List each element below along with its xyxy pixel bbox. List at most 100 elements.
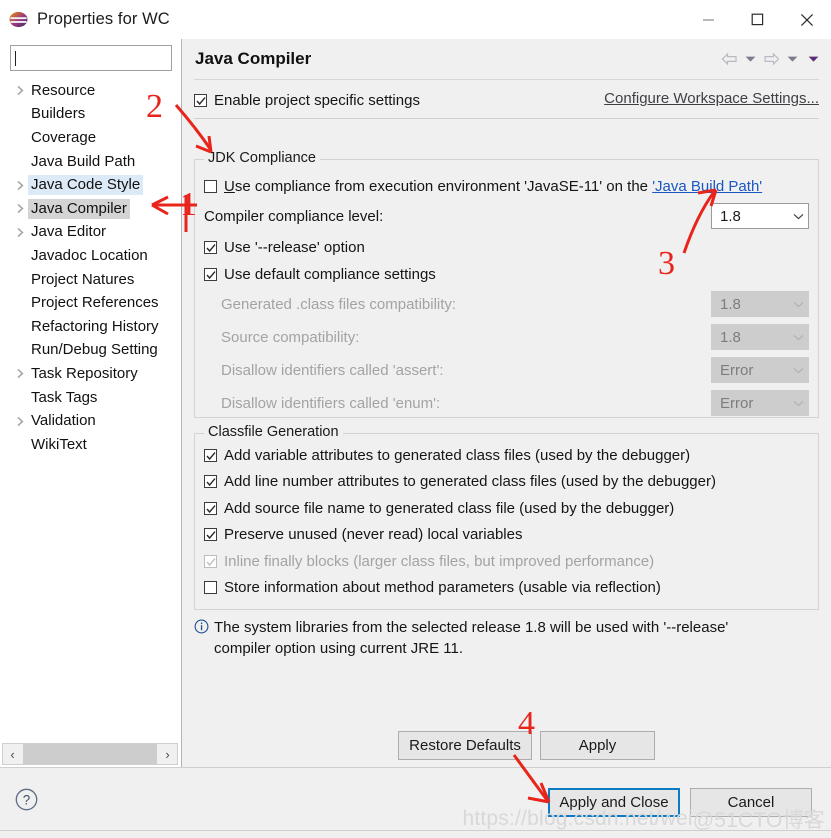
scroll-right-icon[interactable]: › — [158, 744, 177, 764]
sidebar-item-run-debug-setting[interactable]: Run/Debug Setting — [0, 339, 181, 363]
info-message-line-1: The system libraries from the selected r… — [214, 619, 729, 636]
sidebar-item-coverage[interactable]: Coverage — [0, 126, 181, 150]
restore-defaults-button[interactable]: Restore Defaults — [398, 731, 532, 760]
enable-project-specific-checkbox[interactable] — [194, 93, 207, 107]
classfile-option-row: Add line number attributes to generated … — [204, 469, 716, 496]
scroll-left-icon[interactable]: ‹ — [3, 744, 22, 764]
inline-finally-blocks-larger-class-files-but-label: Inline finally blocks (larger class file… — [224, 552, 655, 570]
disallow-identifiers-called-assert-label: Disallow identifiers called 'assert': — [221, 361, 444, 379]
disallow-identifiers-called-assert-value: Error — [720, 361, 754, 379]
sidebar-item-label: Project Natures — [31, 270, 135, 288]
compliance-level-combo[interactable]: 1.8 — [711, 203, 809, 229]
chevron-right-icon[interactable] — [13, 180, 28, 191]
back-dropdown-icon[interactable] — [741, 48, 760, 70]
sidebar-item-label: Validation — [31, 412, 96, 430]
use-release-option-checkbox[interactable] — [204, 240, 217, 254]
add-source-file-name-to-generated-class-file-checkbox[interactable] — [204, 501, 217, 515]
use-default-settings-row: Use default compliance settings — [204, 261, 436, 287]
sidebar-item-javadoc-location[interactable]: Javadoc Location — [0, 244, 181, 268]
properties-dialog: Properties for WC Resource Builders Covera… — [0, 0, 831, 838]
apply-button[interactable]: Apply — [540, 731, 655, 760]
use-execution-env-checkbox[interactable] — [204, 179, 217, 193]
use-execution-env-row: Use compliance from execution environmen… — [204, 173, 762, 199]
chevron-right-icon[interactable] — [13, 416, 28, 427]
sidebar-item-label: Builders — [31, 105, 86, 123]
settings-tree[interactable]: Resource Builders Coverage Java Build Path J… — [0, 79, 181, 457]
search-input[interactable] — [16, 49, 171, 67]
chevron-down-icon — [788, 367, 808, 374]
minimize-icon[interactable] — [684, 0, 733, 39]
enable-project-specific-row: Enable project specific settings Configu… — [194, 87, 819, 113]
disallow-identifiers-called-assert-row: Disallow identifiers called 'assert': — [221, 357, 443, 383]
window-title: Properties for WC — [37, 10, 170, 28]
use-execution-env-label: se compliance from execution environment… — [234, 177, 653, 195]
add-line-number-attributes-to-generated-clas-checkbox[interactable] — [204, 475, 217, 489]
forward-dropdown-icon[interactable] — [783, 48, 802, 70]
sidebar-item-task-tags[interactable]: Task Tags — [0, 386, 181, 410]
classfile-generation-group: Classfile Generation Add variable attrib… — [194, 424, 819, 610]
classfile-option-row: Preserve unused (never read) local varia… — [204, 522, 716, 549]
page-nav-toolbar — [720, 39, 823, 79]
sidebar-item-wikitext[interactable]: WikiText — [0, 433, 181, 457]
classfile-option-row: Store information about method parameter… — [204, 575, 716, 602]
window-controls — [684, 0, 831, 39]
sidebar-item-builders[interactable]: Builders — [0, 103, 181, 127]
jdk-compliance-title: JDK Compliance — [204, 150, 320, 166]
info-message-line-2: compiler option using current JRE 11. — [214, 640, 464, 657]
store-information-about-method-parameters-us-checkbox[interactable] — [204, 581, 217, 595]
filter-search-box[interactable] — [10, 45, 172, 71]
close-icon[interactable] — [782, 0, 831, 39]
view-menu-icon[interactable] — [804, 48, 823, 70]
sidebar-item-label: Task Repository — [31, 364, 138, 382]
source-compatibility-label: Source compatibility: — [221, 328, 360, 346]
sidebar-item-task-repository[interactable]: Task Repository — [0, 362, 181, 386]
cancel-button[interactable]: Cancel — [690, 788, 812, 817]
store-information-about-method-parameters-us-label: Store information about method parameter… — [224, 579, 661, 597]
generated-class-files-compatibility-value: 1.8 — [720, 295, 741, 313]
chevron-down-icon — [788, 400, 808, 407]
info-icon — [194, 617, 214, 659]
sidebar-item-project-references[interactable]: Project References — [0, 291, 181, 315]
scrollbar-thumb[interactable] — [23, 744, 157, 764]
title-bar: Properties for WC — [0, 0, 831, 39]
sidebar-item-refactoring-history[interactable]: Refactoring History — [0, 315, 181, 339]
add-line-number-attributes-to-generated-clas-label: Add line number attributes to generated … — [224, 473, 716, 491]
page-header: Java Compiler — [182, 39, 831, 79]
sidebar-item-label: Task Tags — [31, 388, 98, 406]
sidebar-item-java-code-style[interactable]: Java Code Style — [0, 173, 181, 197]
add-variable-attributes-to-generated-class-f-checkbox[interactable] — [204, 448, 217, 462]
chevron-right-icon[interactable] — [13, 203, 28, 214]
back-arrow-icon[interactable] — [720, 48, 739, 70]
sidebar-item-label: Resource — [31, 81, 96, 99]
section-divider — [194, 118, 819, 119]
chevron-right-icon[interactable] — [13, 368, 28, 379]
enable-project-specific-label: Enable project specific settings — [214, 91, 420, 109]
add-variable-attributes-to-generated-class-f-label: Add variable attributes to generated cla… — [224, 446, 691, 464]
sidebar-item-resource[interactable]: Resource — [0, 79, 181, 103]
configure-workspace-settings-link[interactable]: Configure Workspace Settings... — [604, 90, 819, 107]
tree-horizontal-scrollbar[interactable]: ‹ › — [2, 743, 178, 765]
maximize-icon[interactable] — [733, 0, 782, 39]
use-default-settings-checkbox[interactable] — [204, 267, 217, 281]
sidebar-item-label: Refactoring History — [31, 317, 159, 335]
sidebar-item-label: Javadoc Location — [31, 246, 148, 264]
forward-arrow-icon[interactable] — [762, 48, 781, 70]
chevron-right-icon[interactable] — [13, 85, 28, 96]
chevron-right-icon[interactable] — [13, 227, 28, 238]
java-build-path-link[interactable]: 'Java Build Path' — [652, 178, 762, 195]
sidebar-item-java-compiler[interactable]: Java Compiler — [0, 197, 181, 221]
sidebar-item-label: WikiText — [31, 435, 87, 453]
sidebar-item-validation[interactable]: Validation — [0, 409, 181, 433]
source-compatibility-row: Source compatibility: — [221, 324, 359, 350]
sidebar-item-project-natures[interactable]: Project Natures — [0, 268, 181, 292]
chevron-down-icon — [788, 301, 808, 308]
disallow-identifiers-called-enum-value: Error — [720, 394, 754, 412]
sidebar-item-java-build-path[interactable]: Java Build Path — [0, 150, 181, 174]
generated-class-files-compatibility-row: Generated .class files compatibility: — [221, 291, 456, 317]
apply-and-close-button[interactable]: Apply and Close — [548, 788, 680, 817]
preserve-unused-never-read-local-variables-checkbox[interactable] — [204, 528, 217, 542]
help-icon[interactable]: ? — [15, 788, 38, 815]
generated-class-files-compatibility-combo: 1.8 — [711, 291, 809, 317]
java-compiler-page: Java Compiler Enable project specific se… — [182, 39, 831, 767]
sidebar-item-java-editor[interactable]: Java Editor — [0, 221, 181, 245]
